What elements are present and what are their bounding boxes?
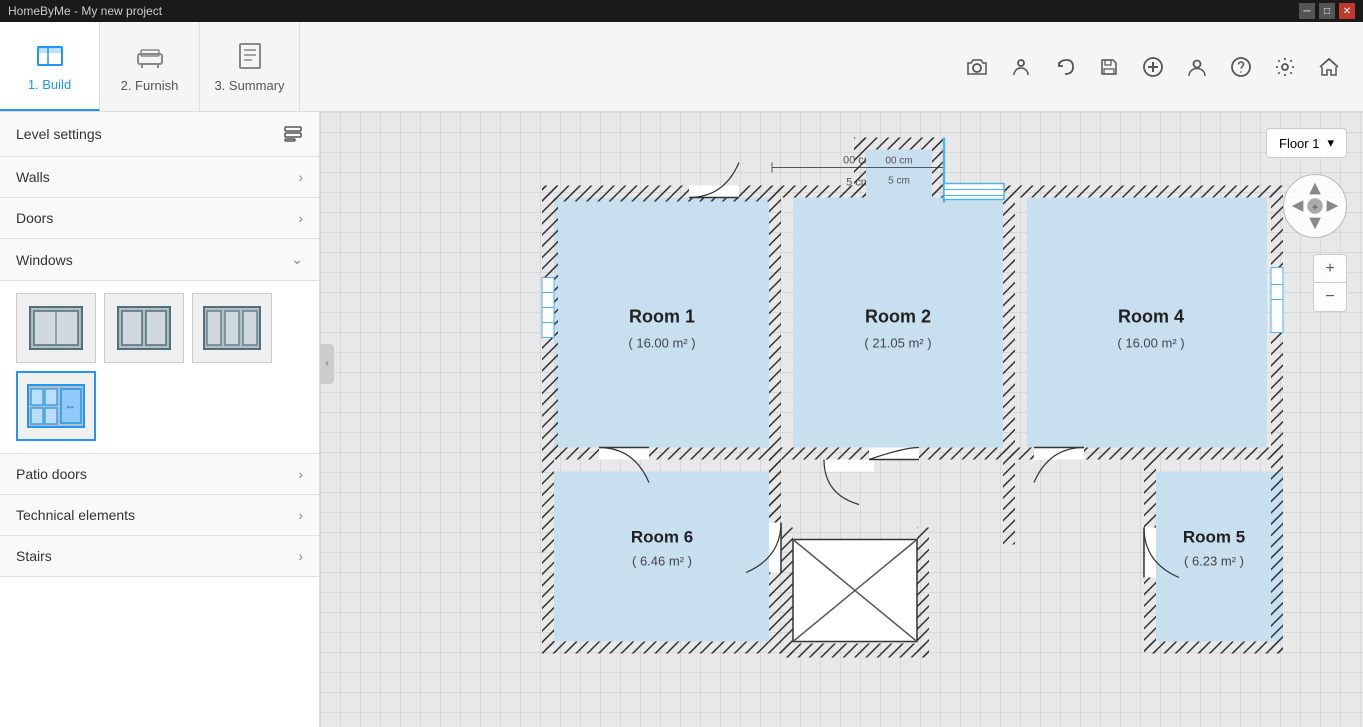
svg-text:Room 2: Room 2: [864, 306, 930, 326]
settings-button[interactable]: [1267, 49, 1303, 85]
person-button[interactable]: [1003, 49, 1039, 85]
svg-text:Room 1: Room 1: [628, 306, 694, 326]
svg-text:( 16.00 m² ): ( 16.00 m² ): [628, 335, 695, 350]
tab-furnish-label: 2. Furnish: [121, 78, 179, 93]
sidebar-item-walls[interactable]: Walls ›: [0, 157, 319, 198]
windows-panel: ⇔: [0, 281, 319, 454]
window-triple[interactable]: [192, 293, 272, 363]
toolbar: 1. Build 2. Furnish 3. Summary: [0, 22, 1363, 112]
toolbar-tabs: 1. Build 2. Furnish 3. Summary: [0, 22, 300, 111]
stairs-chevron: ›: [298, 548, 303, 564]
camera-button[interactable]: [959, 49, 995, 85]
titlebar-title: HomeByMe - My new project: [8, 4, 162, 18]
titlebar-controls: ─ □ ✕: [1299, 3, 1355, 19]
svg-text:+: +: [1312, 201, 1319, 214]
svg-text:( 21.05 m² ): ( 21.05 m² ): [864, 335, 931, 350]
zoom-out-button[interactable]: −: [1314, 283, 1346, 311]
sidebar-item-patio-doors[interactable]: Patio doors ›: [0, 454, 319, 495]
zoom-controls: + −: [1313, 254, 1347, 312]
doors-label: Doors: [16, 210, 53, 226]
sidebar-item-windows[interactable]: Windows ⌄: [0, 239, 319, 281]
patio-doors-chevron: ›: [298, 466, 303, 482]
sidebar: Level settings Walls › Doors › Windows ⌄: [0, 112, 320, 727]
tab-summary-label: 3. Summary: [214, 78, 284, 93]
floor-selector-label: Floor 1: [1279, 136, 1319, 151]
save-button[interactable]: [1091, 49, 1127, 85]
svg-text:Room 6: Room 6: [630, 527, 692, 546]
undo-button[interactable]: [1047, 49, 1083, 85]
close-button[interactable]: ✕: [1339, 3, 1355, 19]
sidebar-collapse-handle[interactable]: ‹: [320, 344, 334, 384]
zoom-in-button[interactable]: +: [1314, 255, 1346, 283]
walls-chevron: ›: [298, 169, 303, 185]
tab-summary[interactable]: 3. Summary: [200, 22, 300, 111]
svg-text:Room 5: Room 5: [1182, 527, 1244, 546]
windows-label: Windows: [16, 252, 73, 268]
tab-build[interactable]: 1. Build: [0, 22, 100, 111]
canvas-area[interactable]: 00 cm 5 cm: [320, 112, 1363, 727]
sidebar-item-doors[interactable]: Doors ›: [0, 198, 319, 239]
svg-text:( 16.00 m² ): ( 16.00 m² ): [1117, 335, 1184, 350]
windows-chevron: ⌄: [291, 251, 303, 268]
tab-build-label: 1. Build: [28, 77, 71, 92]
account-button[interactable]: [1179, 49, 1215, 85]
doors-chevron: ›: [298, 210, 303, 226]
level-settings-header[interactable]: Level settings: [0, 112, 319, 157]
window-bay[interactable]: ⇔: [16, 371, 96, 441]
window-double[interactable]: [104, 293, 184, 363]
windows-grid: ⇔: [0, 281, 319, 454]
svg-text:5 cm: 5 cm: [888, 175, 910, 186]
technical-chevron: ›: [298, 507, 303, 523]
level-settings-label: Level settings: [16, 126, 102, 142]
level-settings-icon: [283, 124, 303, 144]
svg-text:( 6.46 m² ): ( 6.46 m² ): [632, 553, 692, 568]
floor-selector-chevron: ▾: [1327, 135, 1334, 151]
main-layout: Level settings Walls › Doors › Windows ⌄: [0, 112, 1363, 727]
svg-text:( 6.23 m² ): ( 6.23 m² ): [1184, 553, 1244, 568]
titlebar: HomeByMe - My new project ─ □ ✕: [0, 0, 1363, 22]
patio-doors-label: Patio doors: [16, 466, 87, 482]
sidebar-item-technical[interactable]: Technical elements ›: [0, 495, 319, 536]
stairs-label: Stairs: [16, 548, 52, 564]
svg-text:00 cm: 00 cm: [885, 155, 912, 166]
help-button[interactable]: [1223, 49, 1259, 85]
svg-text:⇔: ⇔: [64, 399, 76, 413]
right-controls: Floor 1 ▾ + + −: [1266, 128, 1347, 312]
home-button[interactable]: [1311, 49, 1347, 85]
minimize-button[interactable]: ─: [1299, 3, 1315, 19]
sidebar-item-stairs[interactable]: Stairs ›: [0, 536, 319, 577]
toolbar-right-icons: [959, 49, 1363, 85]
svg-text:Room 4: Room 4: [1117, 306, 1183, 326]
maximize-button[interactable]: □: [1319, 3, 1335, 19]
add-button[interactable]: [1135, 49, 1171, 85]
floor-plan: 00 cm 5 cm: [514, 137, 1334, 702]
tab-furnish[interactable]: 2. Furnish: [100, 22, 200, 111]
walls-label: Walls: [16, 169, 50, 185]
technical-label: Technical elements: [16, 507, 135, 523]
nav-pad[interactable]: +: [1283, 174, 1347, 238]
window-single[interactable]: [16, 293, 96, 363]
floor-selector[interactable]: Floor 1 ▾: [1266, 128, 1347, 158]
